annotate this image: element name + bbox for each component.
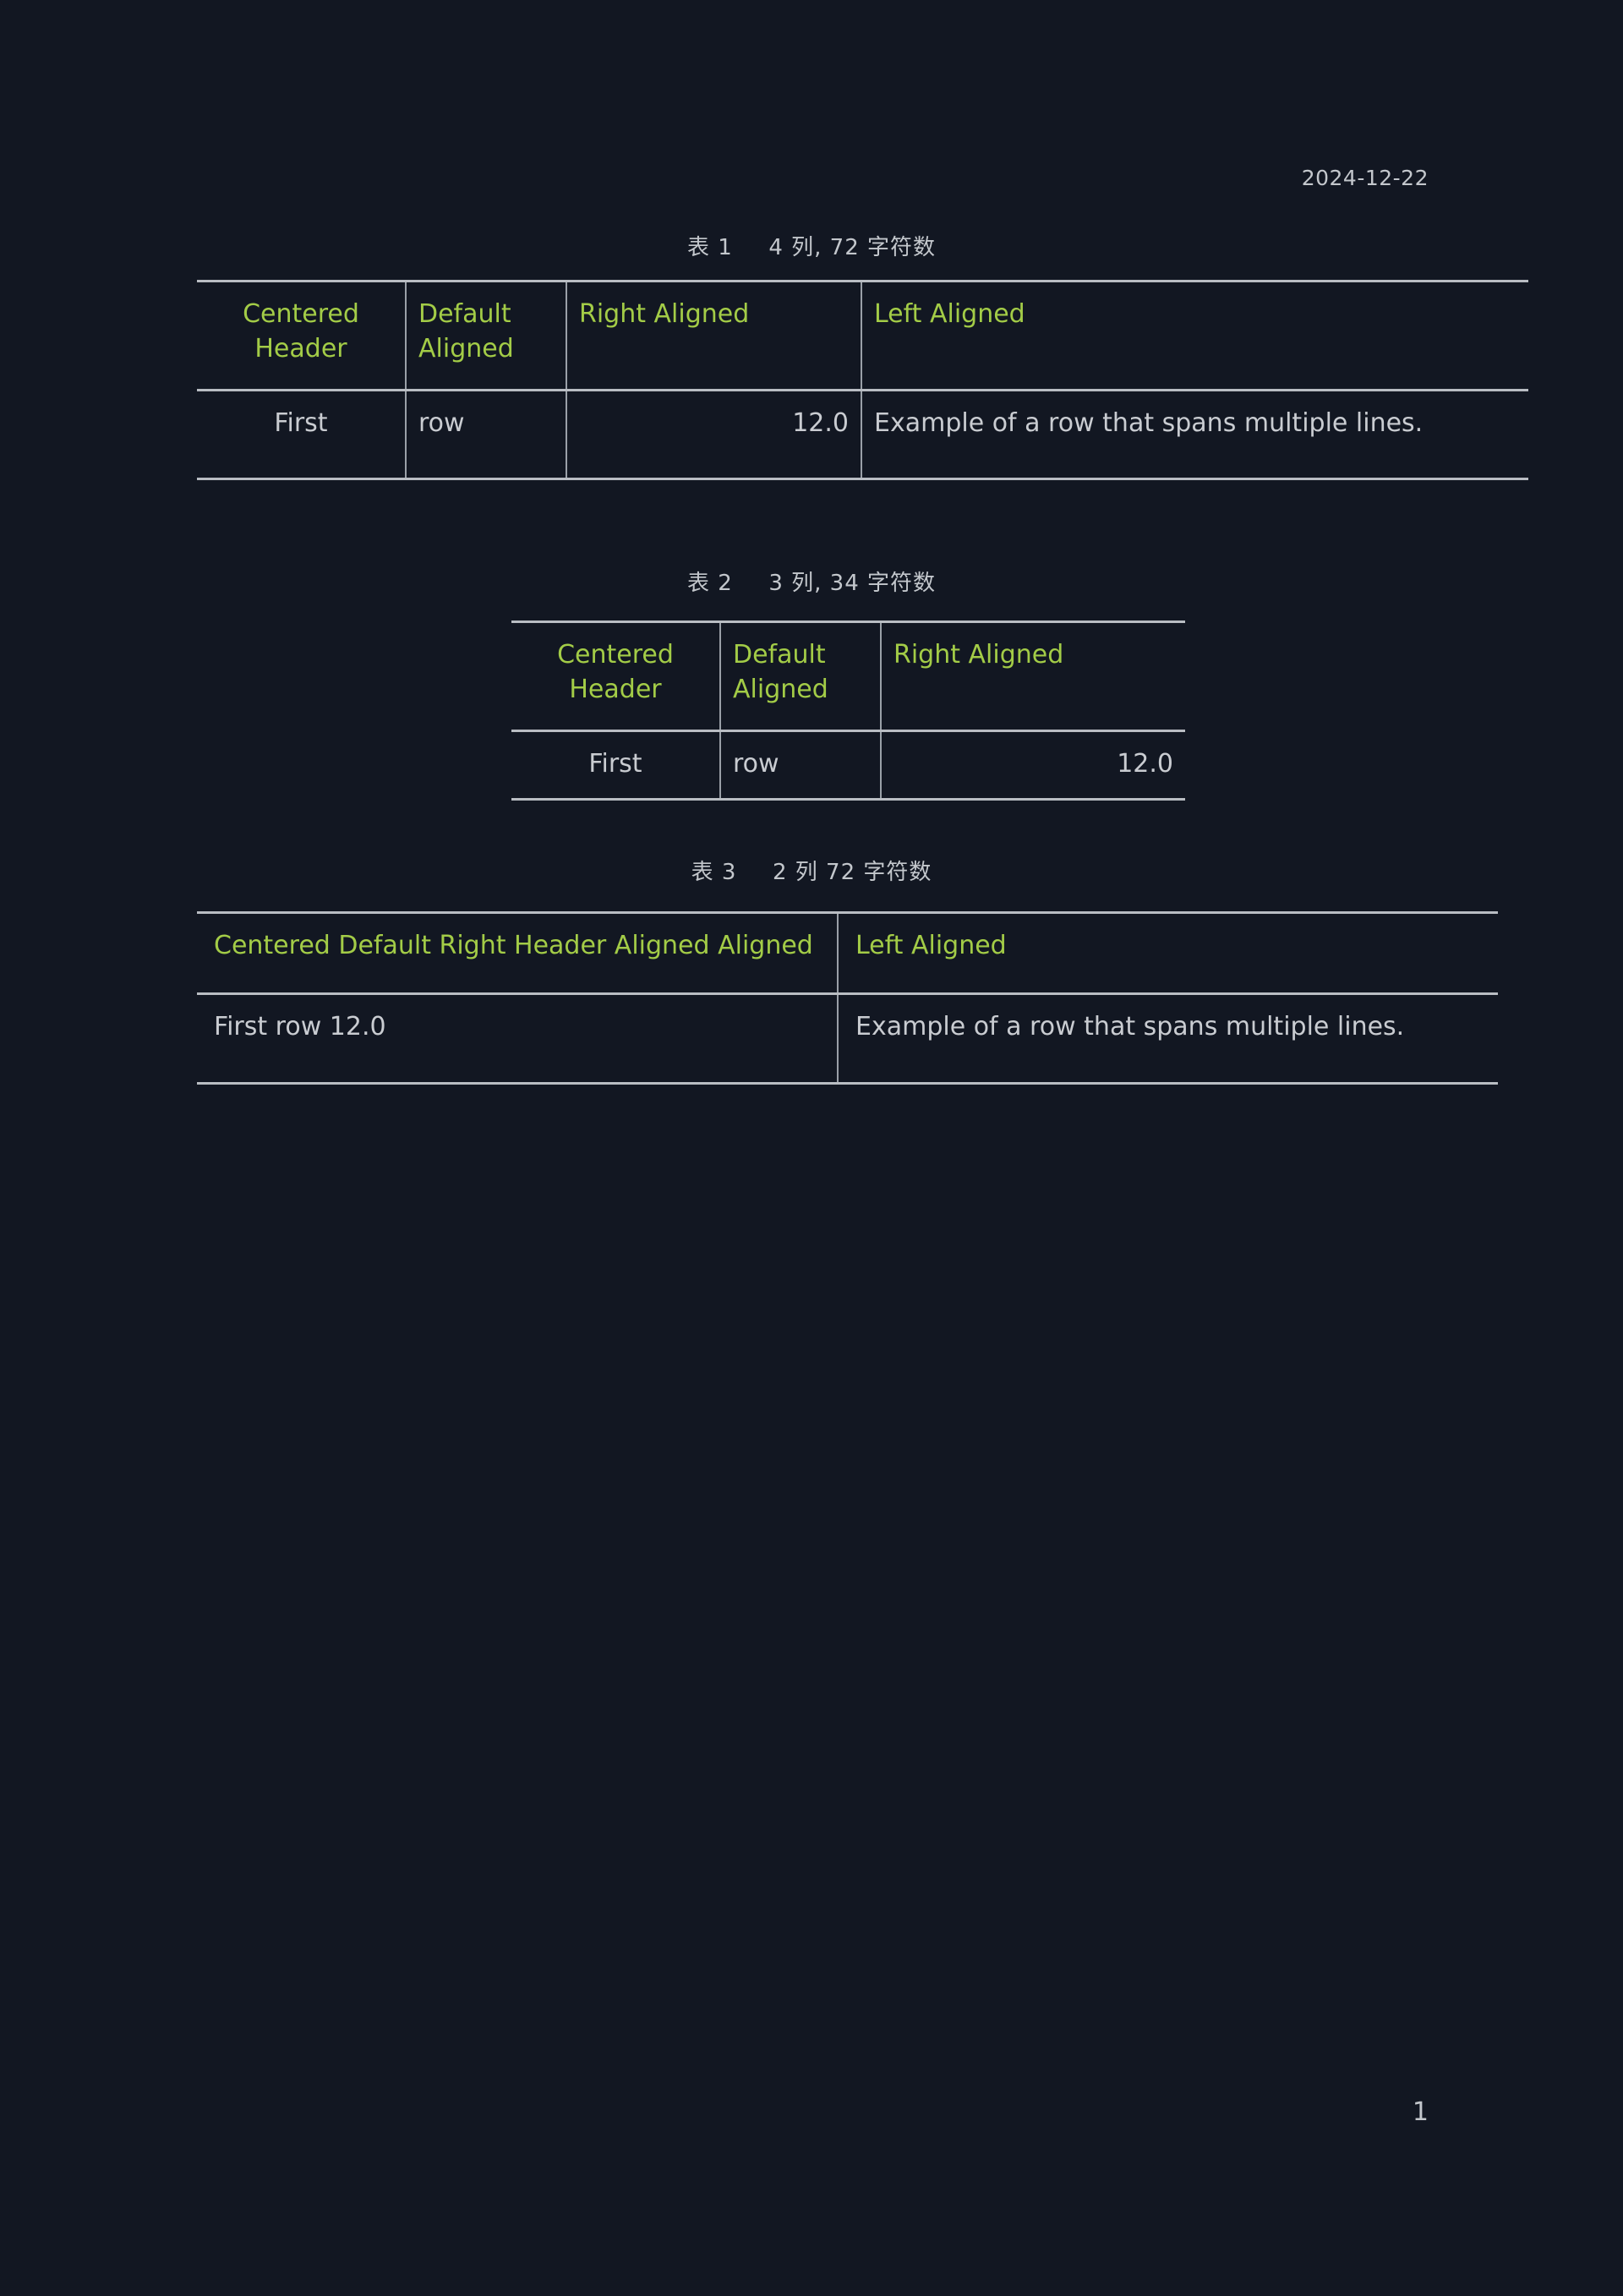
table-3-body: First row 12.0 Example of a row that spa… — [197, 993, 1498, 1084]
table-3-cell-r0c0: First row 12.0 — [214, 1011, 386, 1041]
page-number: 1 — [1412, 2097, 1429, 2127]
table-header-row: Centered Header Default Aligned Right Al… — [511, 621, 1185, 731]
table-2-caption: 表 2 3 列, 34 字符数 — [0, 566, 1623, 597]
table-1-cell-r0c3: Example of a row that spans multiple lin… — [861, 390, 1528, 479]
table-row: First row 12.0 Example of a row that spa… — [197, 390, 1528, 479]
table-1-caption-label: 表 1 — [686, 235, 733, 260]
table-2-header-right: Right Aligned — [880, 621, 1185, 731]
table-row: First row 12.0 — [511, 730, 1185, 800]
table-2-cell-r0c2: 12.0 — [880, 730, 1185, 800]
table-3-cell-r0c1: Example of a row that spans multiple lin… — [837, 993, 1498, 1084]
table-1-header-left: Left Aligned — [861, 281, 1528, 391]
table-1-header-centered: Centered Header — [243, 299, 359, 364]
table-1-cell-r0c2: 12.0 — [566, 390, 861, 479]
table-2-header-centered: Centered Header — [557, 640, 674, 704]
table-2-header-default: Default Aligned — [719, 621, 881, 731]
table-3-caption: 表 3 2 列 72 字符数 — [0, 855, 1623, 886]
table-2-head: Centered Header Default Aligned Right Al… — [511, 621, 1185, 731]
table-2: Centered Header Default Aligned Right Al… — [511, 620, 1185, 801]
table-header-row: Centered Default Right Header Aligned Al… — [197, 912, 1498, 994]
table-3-caption-label: 表 3 — [691, 860, 737, 885]
table-3-head: Centered Default Right Header Aligned Al… — [197, 912, 1498, 994]
table-2-caption-text: 3 列, 34 字符数 — [768, 571, 937, 596]
table-3: Centered Default Right Header Aligned Al… — [197, 911, 1498, 1085]
table-1-cell-r0c0: First — [274, 407, 328, 438]
table-3-header-left: Left Aligned — [837, 912, 1498, 994]
table-1-cell-r0c1: row — [405, 390, 566, 479]
table-row: First row 12.0 Example of a row that spa… — [197, 993, 1498, 1084]
table-1-header-right: Right Aligned — [566, 281, 861, 391]
table-3-caption-text: 2 列 72 字符数 — [772, 860, 932, 885]
table-2-caption-label: 表 2 — [686, 571, 733, 596]
table-2-cell-r0c1: row — [719, 730, 881, 800]
table-3-header-combined: Centered Default Right Header Aligned Al… — [214, 931, 813, 960]
table-1-caption-text: 4 列, 72 字符数 — [768, 235, 937, 260]
table-1-caption: 表 1 4 列, 72 字符数 — [0, 230, 1623, 261]
table-header-row: Centered Header Default Aligned Right Al… — [197, 281, 1528, 391]
table-1-head: Centered Header Default Aligned Right Al… — [197, 281, 1528, 391]
table-2-cell-r0c0: First — [588, 748, 642, 779]
table-2-body: First row 12.0 — [511, 730, 1185, 800]
document-page: 2024-12-22 表 1 4 列, 72 字符数 Centered Head… — [0, 0, 1623, 2296]
table-1-header-default: Default Aligned — [405, 281, 566, 391]
table-1: Centered Header Default Aligned Right Al… — [197, 280, 1528, 480]
document-date: 2024-12-22 — [1301, 166, 1429, 190]
table-1-body: First row 12.0 Example of a row that spa… — [197, 390, 1528, 479]
